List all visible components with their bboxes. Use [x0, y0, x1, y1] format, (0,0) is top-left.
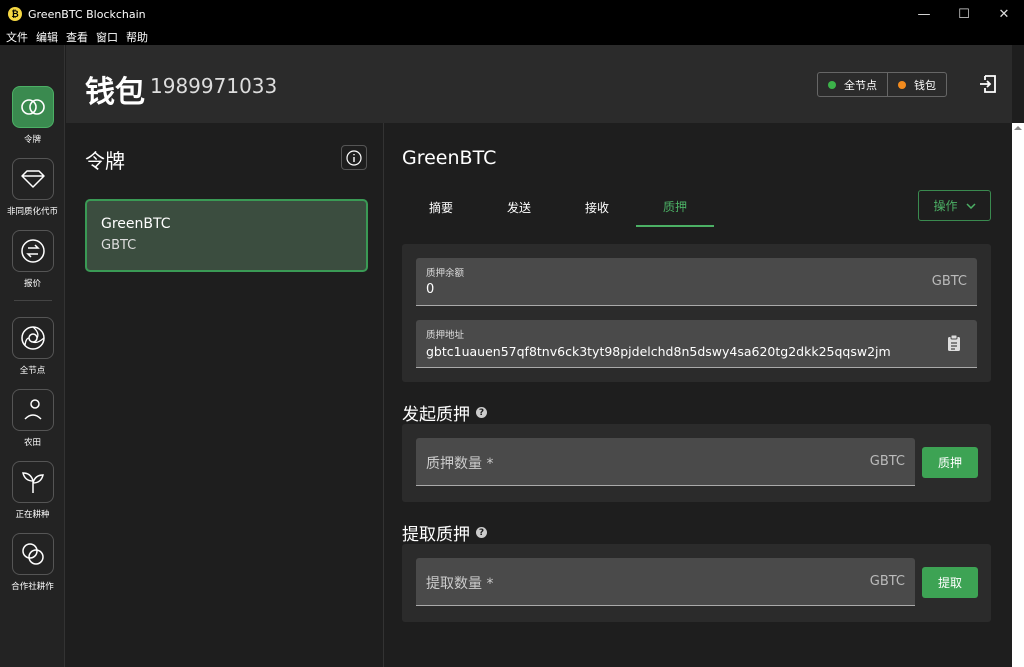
actions-label: 操作	[933, 199, 958, 213]
status-label: 钱包	[914, 78, 936, 92]
stake-button[interactable]: 质押	[922, 447, 978, 478]
section-title-text: 提取质押	[402, 525, 470, 545]
field-label: 质押地址	[426, 330, 465, 341]
stake-balance-value: 0	[426, 282, 435, 297]
chevron-down-icon	[965, 202, 976, 209]
input-placeholder: 质押数量 *	[426, 456, 494, 472]
actions-dropdown-button[interactable]: 操作	[918, 190, 991, 221]
tokens-icon	[11, 86, 54, 128]
sidebar-item-farm[interactable]: 农田	[0, 389, 65, 448]
sidebar-item-pool[interactable]: 合作社耕作	[0, 533, 65, 592]
farm-icon	[11, 389, 54, 431]
sidebar-item-label: 正在耕种	[15, 510, 50, 520]
tab-summary[interactable]: 摘要	[402, 187, 480, 227]
sidebar-item-nft[interactable]: 非同质化代币	[0, 158, 65, 217]
menu-view[interactable]: 查看	[66, 29, 88, 45]
full-node-status[interactable]: 全节点	[818, 73, 887, 96]
stake-form-card: 质押数量 * GBTC 质押	[402, 424, 991, 502]
help-icon[interactable]: ?	[476, 407, 487, 418]
wallet-tabs: 摘要 发送 接收 质押	[402, 187, 714, 227]
withdraw-button[interactable]: 提取	[922, 567, 978, 598]
sidebar: 令牌 非同质化代币 报价 全节点 农田 正在耕种 合作社耕作	[0, 45, 65, 667]
diamond-icon	[11, 158, 54, 200]
token-name: GreenBTC	[101, 216, 171, 232]
panel-title: 令牌	[85, 149, 125, 173]
wallet-fingerprint: 1989971033	[150, 74, 278, 98]
tab-send[interactable]: 发送	[480, 187, 558, 227]
withdraw-amount-input[interactable]: 提取数量 * GBTC	[416, 558, 915, 606]
page-title: 钱包	[85, 75, 145, 110]
stake-balance-field: 质押余额 0 GBTC	[416, 258, 977, 306]
sprout-icon	[11, 461, 54, 503]
sidebar-item-label: 合作社耕作	[11, 582, 54, 592]
tab-stake[interactable]: 质押	[636, 187, 714, 227]
clipboard-icon[interactable]	[947, 334, 961, 356]
sidebar-item-full-node[interactable]: 全节点	[0, 317, 65, 376]
sidebar-item-label: 非同质化代币	[6, 207, 58, 217]
minimize-button[interactable]: —	[904, 0, 944, 28]
connection-status: 全节点 钱包	[817, 72, 947, 97]
status-label: 全节点	[844, 78, 877, 92]
status-dot-icon	[828, 80, 836, 89]
stake-amount-input[interactable]: 质押数量 * GBTC	[416, 438, 915, 486]
sidebar-item-tokens[interactable]: 令牌	[0, 86, 65, 145]
app-logo-icon: ₿	[8, 7, 22, 21]
sidebar-item-label: 农田	[23, 438, 41, 448]
menu-window[interactable]: 窗口	[96, 29, 118, 45]
sidebar-item-label: 报价	[23, 279, 41, 289]
sidebar-divider	[14, 300, 52, 301]
pool-icon	[11, 533, 54, 575]
maximize-button[interactable]: ☐	[944, 0, 984, 28]
unit-label: GBTC	[931, 274, 967, 289]
withdraw-form-card: 提取数量 * GBTC 提取	[402, 544, 991, 622]
exchange-icon	[11, 230, 54, 272]
unit-label: GBTC	[869, 574, 905, 589]
menu-file[interactable]: 文件	[6, 29, 28, 45]
sidebar-item-label: 全节点	[19, 366, 46, 376]
info-button[interactable]	[341, 145, 367, 170]
menu-bar: 文件 编辑 查看 窗口 帮助	[0, 28, 1024, 45]
sidebar-item-label: 令牌	[23, 135, 41, 145]
stake-info-card: 质押余额 0 GBTC 质押地址 gbtc1uauen57qf8tnv6ck3t…	[402, 244, 991, 382]
stake-section-title: 发起质押 ?	[402, 400, 487, 425]
coin-title: GreenBTC	[402, 147, 497, 169]
sidebar-item-offers[interactable]: 报价	[0, 230, 65, 289]
section-title-text: 发起质押	[402, 405, 470, 425]
token-symbol: GBTC	[101, 238, 137, 253]
unit-label: GBTC	[869, 454, 905, 469]
full-node-icon	[11, 317, 54, 359]
status-dot-icon	[898, 80, 906, 89]
input-placeholder: 提取数量 *	[426, 576, 494, 592]
menu-edit[interactable]: 编辑	[36, 29, 58, 45]
stake-address-field: 质押地址 gbtc1uauen57qf8tnv6ck3tyt98pjdelchd…	[416, 320, 977, 368]
token-list-panel: 令牌 GreenBTC GBTC	[66, 123, 384, 667]
tab-receive[interactable]: 接收	[558, 187, 636, 227]
page-header: 钱包 1989971033 全节点 钱包	[66, 45, 1012, 123]
stake-address-value: gbtc1uauen57qf8tnv6ck3tyt98pjdelchd8n5ds…	[426, 344, 891, 359]
close-button[interactable]: ✕	[984, 0, 1024, 28]
token-card-gbtc[interactable]: GreenBTC GBTC	[85, 199, 368, 272]
withdraw-section-title: 提取质押 ?	[402, 520, 487, 545]
window-title: GreenBTC Blockchain	[28, 7, 146, 21]
scrollbar[interactable]	[1012, 123, 1024, 667]
wallet-status[interactable]: 钱包	[887, 73, 946, 96]
main-content: GreenBTC 摘要 发送 接收 质押 操作 质押余额 0 GBTC 质押地址…	[384, 123, 1012, 667]
menu-help[interactable]: 帮助	[126, 29, 148, 45]
window-controls: — ☐ ✕	[904, 0, 1024, 28]
field-label: 质押余额	[426, 268, 465, 279]
info-icon	[346, 149, 362, 166]
sidebar-item-plotting[interactable]: 正在耕种	[0, 461, 65, 520]
scroll-up-icon[interactable]	[1014, 126, 1022, 130]
logout-icon[interactable]	[978, 74, 998, 94]
title-bar: ₿ GreenBTC Blockchain — ☐ ✕	[0, 0, 1024, 28]
help-icon[interactable]: ?	[476, 527, 487, 538]
